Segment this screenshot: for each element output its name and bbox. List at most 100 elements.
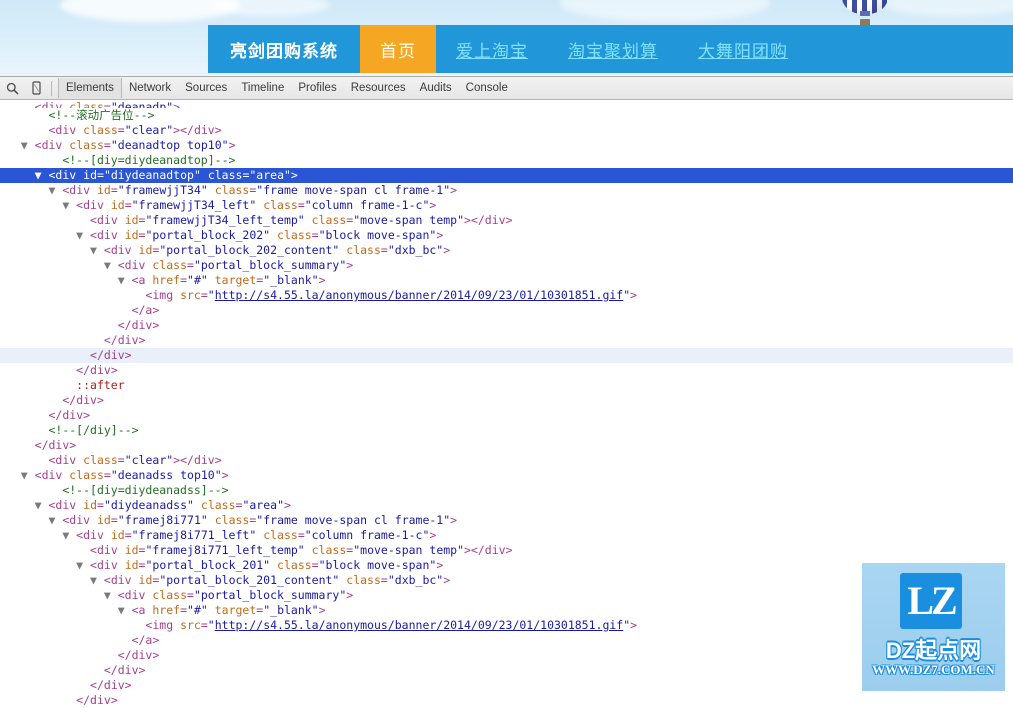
- dom-tree-row[interactable]: ▼ <div id="portal_block_202" class="bloc…: [0, 228, 1013, 243]
- dom-tree-row[interactable]: ▼ <a href="#" target="_blank">: [0, 273, 1013, 288]
- dom-tree-row[interactable]: <!--[/diy]-->: [0, 423, 1013, 438]
- dom-token-punct: =: [311, 228, 319, 242]
- row-twisty-spacer: [21, 100, 35, 108]
- tab-console[interactable]: Console: [459, 78, 515, 98]
- dom-token-punct: </: [76, 363, 91, 377]
- tab-profiles[interactable]: Profiles: [291, 78, 343, 98]
- dom-tree-row[interactable]: ▼ <div class="deanadss top10">: [0, 468, 1013, 483]
- row-indent: [0, 663, 90, 677]
- dom-token-attr: target: [214, 603, 257, 617]
- dom-tree-row[interactable]: ▼ <div id="framewjjT34_left" class="colu…: [0, 198, 1013, 213]
- nav-item-dawuyang-tuangou[interactable]: 大舞阳团购: [678, 25, 808, 73]
- devtools-toolbar: Elements Network Sources Timeline Profil…: [0, 77, 1013, 100]
- nav-item-taobao-juhuasuan[interactable]: 淘宝聚划算: [548, 25, 678, 73]
- row-twisty-spacer: [76, 543, 90, 557]
- dom-tree-row[interactable]: <div class="deanadp">: [0, 100, 1013, 108]
- dom-token-plain: [118, 213, 125, 227]
- dom-tree-row[interactable]: <!--滚动广告位-->: [0, 108, 1013, 123]
- dom-token-punct: >: [214, 453, 222, 467]
- disclosure-triangle-icon[interactable]: ▼: [104, 258, 118, 272]
- dom-token-plain: [118, 558, 125, 572]
- dom-token-attr: class: [346, 243, 381, 257]
- dom-token-val: "#": [187, 603, 208, 617]
- dom-tree-row[interactable]: </div>: [0, 318, 1013, 333]
- row-indent: [0, 483, 48, 497]
- dom-tree-row[interactable]: </div>: [0, 408, 1013, 423]
- disclosure-triangle-icon[interactable]: ▼: [76, 228, 90, 242]
- dom-tree-row[interactable]: ▼ <div class="portal_block_summary">: [0, 258, 1013, 273]
- dom-token-val: ": [207, 618, 215, 632]
- dom-token-plain: [118, 543, 125, 557]
- disclosure-triangle-icon[interactable]: ▼: [35, 168, 49, 182]
- dom-token-punct: >: [450, 513, 458, 527]
- dom-token-tag: div: [96, 558, 118, 572]
- disclosure-triangle-icon[interactable]: ▼: [21, 138, 35, 152]
- dom-tree-row[interactable]: <div class="clear"></div>: [0, 123, 1013, 138]
- dom-tree-row[interactable]: <div id="framej8i771_left_temp" class="m…: [0, 543, 1013, 558]
- dom-tree-row[interactable]: ::after: [0, 378, 1013, 393]
- disclosure-triangle-icon[interactable]: ▼: [48, 183, 62, 197]
- disclosure-triangle-icon[interactable]: ▼: [104, 588, 118, 602]
- tab-timeline[interactable]: Timeline: [234, 78, 291, 98]
- search-icon[interactable]: [0, 77, 24, 99]
- dom-token-tag: div: [55, 123, 77, 137]
- dom-tree-row[interactable]: ▼ <div id="framewjjT34" class="frame mov…: [0, 183, 1013, 198]
- tab-resources[interactable]: Resources: [344, 78, 413, 98]
- dom-tree-row[interactable]: <div class="clear"></div>: [0, 453, 1013, 468]
- dom-token-punct: =: [103, 100, 111, 108]
- dom-tree-row[interactable]: ▼ <div class="deanadtop top10">: [0, 138, 1013, 153]
- dom-token-attr: class: [69, 138, 104, 152]
- resource-url-link[interactable]: http://s4.55.la/anonymous/banner/2014/09…: [215, 618, 624, 632]
- disclosure-triangle-icon[interactable]: ▼: [35, 498, 49, 512]
- disclosure-triangle-icon[interactable]: ▼: [90, 573, 104, 587]
- row-indent: [0, 603, 118, 617]
- nav-item-home[interactable]: 首页: [360, 25, 436, 73]
- disclosure-triangle-icon[interactable]: ▼: [48, 513, 62, 527]
- disclosure-triangle-icon[interactable]: ▼: [90, 243, 104, 257]
- tab-network[interactable]: Network: [122, 78, 178, 98]
- dom-tree-row[interactable]: <img src="http://s4.55.la/anonymous/bann…: [0, 288, 1013, 303]
- dom-tree-row[interactable]: ▼ <div id="framej8i771_left" class="colu…: [0, 528, 1013, 543]
- dom-token-punct: <: [131, 273, 139, 287]
- dom-token-punct: <: [117, 588, 125, 602]
- dom-tree-row[interactable]: </div>: [0, 363, 1013, 378]
- dom-token-comment: <!--[diy=diydeanadtop]-->: [62, 153, 236, 167]
- dom-tree-row[interactable]: ▼ <div id="framej8i771" class="frame mov…: [0, 513, 1013, 528]
- dom-tree-row[interactable]: </div>: [0, 693, 1013, 708]
- tab-sources[interactable]: Sources: [178, 78, 234, 98]
- dom-tree-row[interactable]: <div id="framewjjT34_left_temp" class="m…: [0, 213, 1013, 228]
- dom-token-attr: id: [96, 183, 111, 197]
- dom-tree-row[interactable]: </a>: [0, 303, 1013, 318]
- dom-token-punct: >: [318, 603, 326, 617]
- disclosure-triangle-icon[interactable]: ▼: [118, 273, 132, 287]
- dom-tree-row[interactable]: <!--[diy=diydeanadtop]-->: [0, 153, 1013, 168]
- dom-token-punct: </: [76, 693, 91, 707]
- dom-token-comment: <!--[diy=diydeanadss]-->: [62, 483, 229, 497]
- dom-token-val: "move-span temp": [353, 543, 465, 557]
- nav-brand-liangjian[interactable]: 亮剑团购系统: [208, 25, 360, 73]
- row-indent: [0, 243, 90, 257]
- disclosure-triangle-icon[interactable]: ▼: [21, 468, 35, 482]
- tab-audits[interactable]: Audits: [413, 78, 459, 98]
- dom-tree-row[interactable]: <!--[diy=diydeanadss]-->: [0, 483, 1013, 498]
- dom-tree-row[interactable]: </div>: [0, 348, 1013, 363]
- dom-tree-row[interactable]: ▼ <div id="diydeanadtop" class="area">: [0, 168, 1013, 183]
- row-indent: [0, 100, 21, 108]
- dom-token-val: "_blank": [263, 603, 319, 617]
- nav-item-aishang-taobao[interactable]: 爱上淘宝: [436, 25, 548, 73]
- dom-tree-row[interactable]: ▼ <div id = "portal_block_202_content" cla…: [0, 243, 1013, 258]
- dom-tree-row[interactable]: ▼ <div id="diydeanadss" class="area">: [0, 498, 1013, 513]
- tab-elements[interactable]: Elements: [58, 78, 122, 98]
- dom-tree-row[interactable]: </div>: [0, 438, 1013, 453]
- dom-tree-row[interactable]: </div>: [0, 333, 1013, 348]
- disclosure-triangle-icon[interactable]: ▼: [118, 603, 132, 617]
- disclosure-triangle-icon[interactable]: ▼: [62, 198, 76, 212]
- resource-url-link[interactable]: http://s4.55.la/anonymous/banner/2014/09…: [215, 288, 624, 302]
- device-toggle-icon[interactable]: [24, 77, 48, 99]
- dom-tree-row[interactable]: </div>: [0, 393, 1013, 408]
- disclosure-triangle-icon[interactable]: ▼: [76, 558, 90, 572]
- dom-token-punct: =: [117, 123, 125, 137]
- row-twisty-spacer: [35, 123, 49, 137]
- disclosure-triangle-icon[interactable]: ▼: [62, 528, 76, 542]
- dom-token-attr: id: [110, 198, 125, 212]
